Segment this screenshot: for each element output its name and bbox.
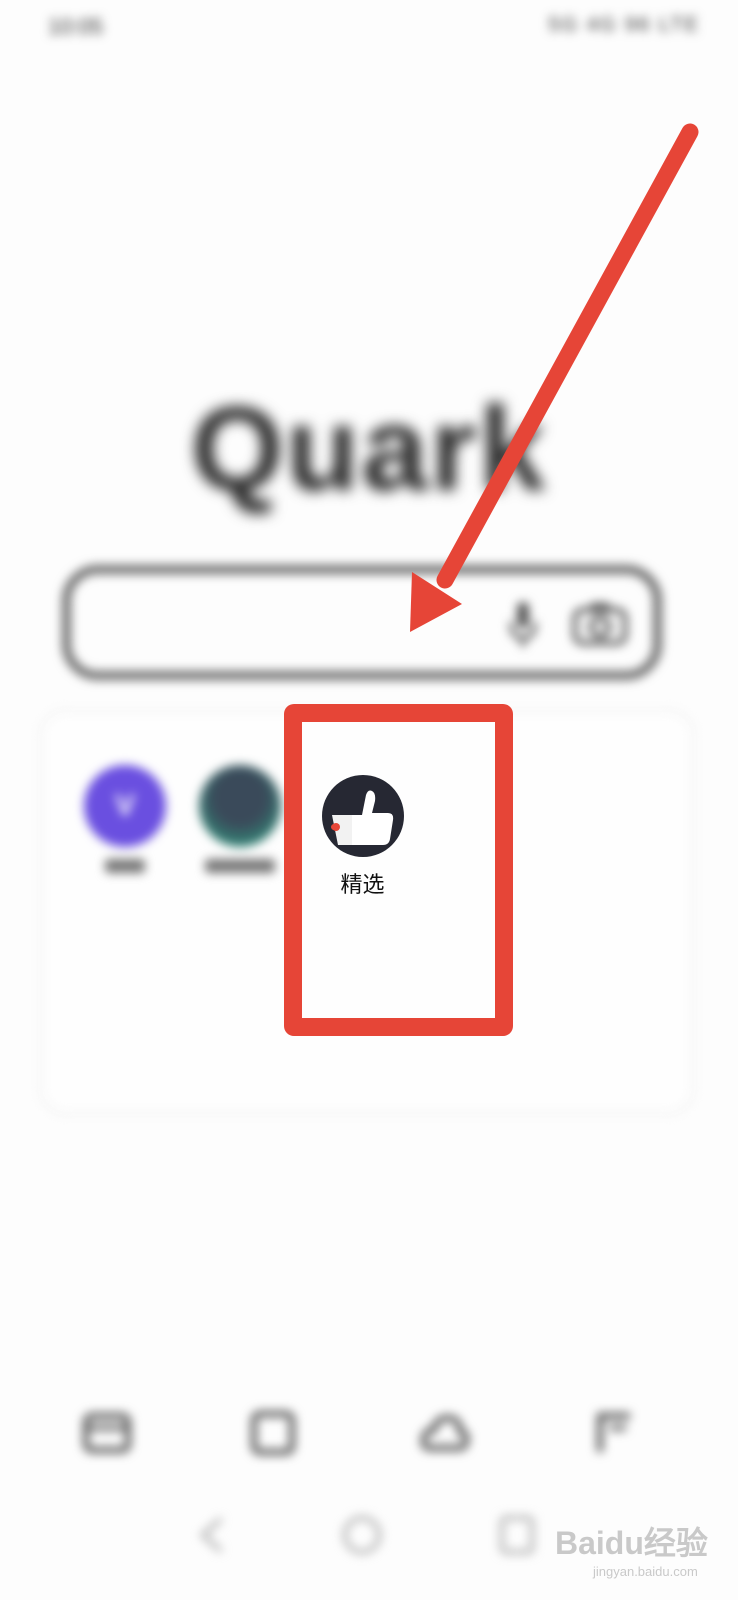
app-icon-1: V [84,765,166,847]
app-icon-2 [199,765,281,847]
profile-icon[interactable] [590,1408,640,1458]
home-circle-icon[interactable] [340,1513,384,1557]
status-icons: 5G 4G 96 LTE [548,14,700,36]
app-shortcut-1[interactable]: V [70,765,180,873]
camera-icon[interactable] [572,600,628,646]
baidu-watermark: Baidu经验 [555,1525,708,1561]
cloud-icon[interactable] [420,1408,470,1458]
quark-logo: Quark [190,382,548,516]
status-bar: 10:05 5G 4G 96 LTE [0,0,738,60]
app-icon-letter: V [114,789,135,822]
bottom-nav [0,1390,738,1480]
app-label-1 [105,859,145,873]
recents-icon[interactable] [497,1513,537,1557]
highlight-box [284,704,513,1036]
back-icon[interactable] [195,1515,229,1555]
app-label-2 [205,859,275,873]
app-shortcut-2[interactable] [185,765,295,873]
watermark-url: jingyan.baidu.com [593,1564,698,1579]
home-icon[interactable] [82,1408,132,1458]
mic-icon[interactable] [508,600,538,650]
status-time: 10:05 [48,14,104,39]
tabs-icon[interactable] [248,1408,298,1458]
